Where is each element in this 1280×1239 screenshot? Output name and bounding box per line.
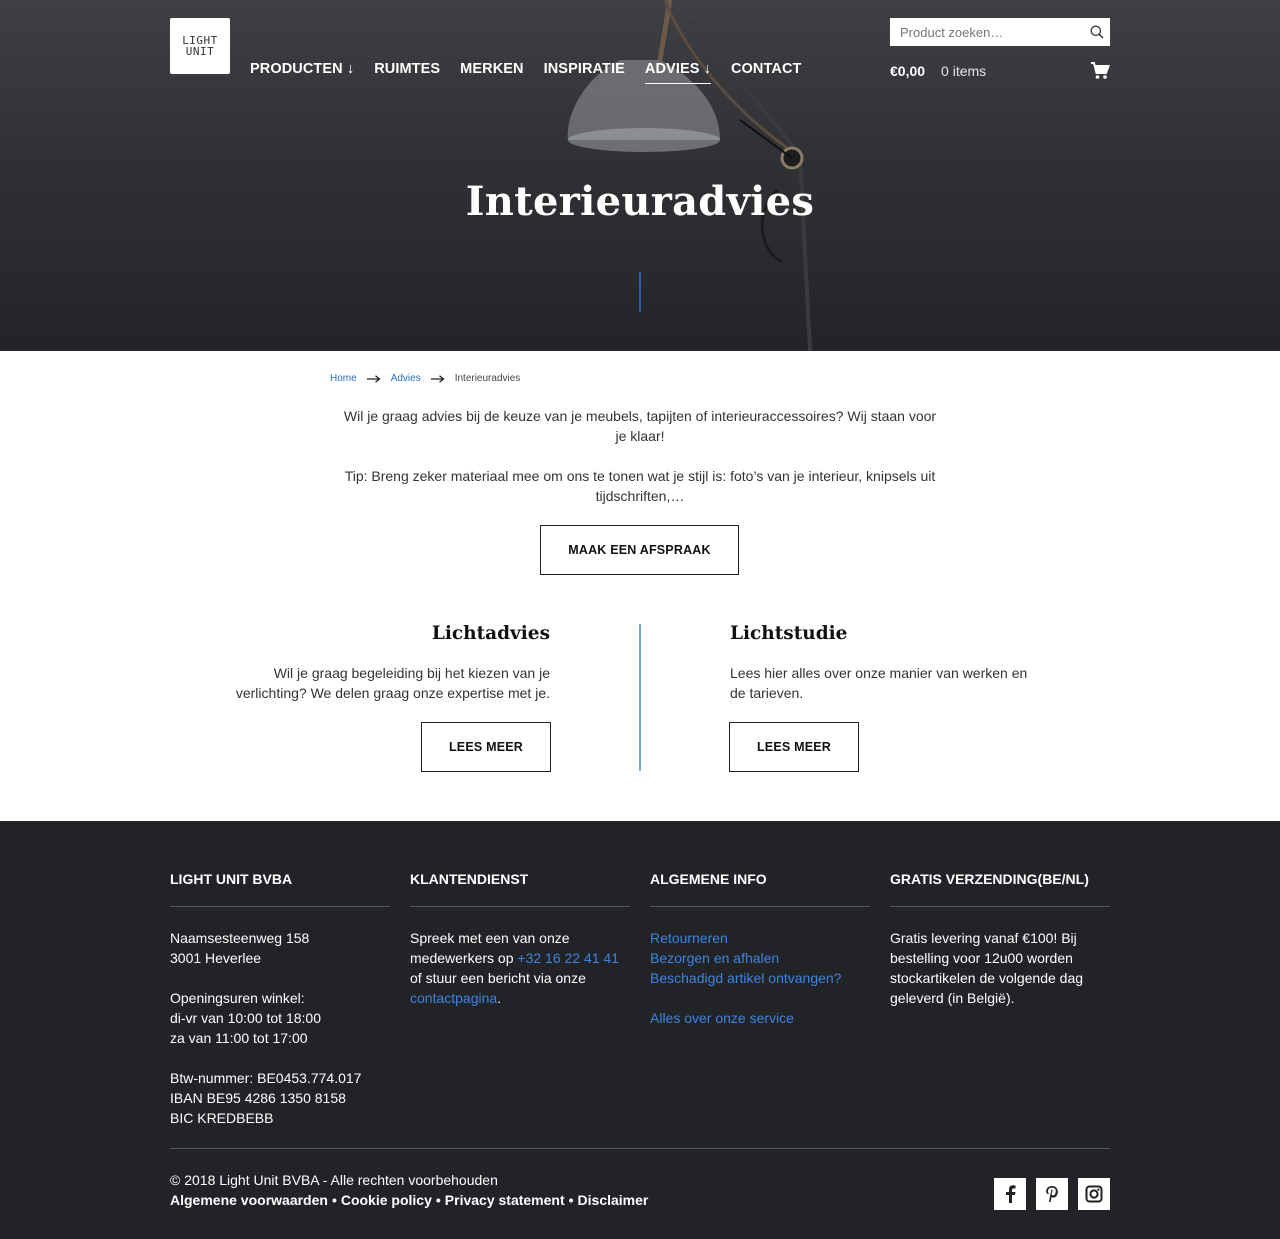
nav-ruimtes[interactable]: RUIMTES (374, 61, 440, 84)
address-line-1: Naamsesteenweg 158 (170, 930, 310, 946)
address-line-2: 3001 Heverlee (170, 950, 262, 966)
logo-line2: UNIT (185, 45, 215, 58)
disclaimer-link[interactable]: Disclaimer (578, 1190, 649, 1210)
cart-amount: €0,00 (890, 63, 926, 79)
free-shipping-text: Gratis levering vanaf €100! Bij bestelli… (890, 930, 1084, 1006)
cookie-policy-link[interactable]: Cookie policy (341, 1190, 432, 1210)
iban: IBAN BE95 4286 1350 8158 (170, 1090, 346, 1106)
opening-hours-weekdays: di-vr van 10:00 tot 18:00 (170, 1010, 321, 1026)
lichtstudie-title: Lichtstudie (730, 623, 848, 644)
lichtadvies-read-more-button[interactable]: LEES MEER (421, 722, 551, 772)
lichtstudie-read-more-button[interactable]: LEES MEER (729, 722, 859, 772)
page-title: Interieuradvies (465, 178, 815, 225)
intro-paragraph-1: Wil je graag advies bij de keuze van je … (343, 408, 937, 444)
nav-producten[interactable]: PRODUCTEN ↓ (250, 61, 354, 84)
breadcrumb-advies[interactable]: Advies (391, 373, 421, 384)
lichtadvies-title: Lichtadvies (431, 623, 550, 644)
footer-company-title: LIGHT UNIT BVBA (170, 871, 293, 887)
hero-accent-line (639, 272, 641, 312)
damaged-item-link[interactable]: Beschadigd artikel ontvangen? (650, 970, 841, 986)
footer-service-title: KLANTENDIENST (410, 871, 529, 887)
opening-hours-title: Openingsuren winkel: (170, 990, 305, 1006)
copyright: © 2018 Light Unit BVBA - Alle rechten vo… (170, 1172, 498, 1188)
nav-merken[interactable]: MERKEN (460, 61, 523, 84)
arrow-right-icon (430, 374, 445, 383)
opening-hours-saturday: za van 11:00 tot 17:00 (170, 1030, 308, 1046)
footer-divider (170, 1148, 1110, 1149)
search-input[interactable] (891, 19, 1085, 45)
delivery-pickup-link[interactable]: Bezorgen en afhalen (650, 950, 779, 966)
footer-info-title: ALGEMENE INFO (650, 871, 767, 887)
legal-links: Algemene voorwaarden • Cookie policy • Pri… (170, 1190, 648, 1210)
vat-number: Btw-nummer: BE0453.774.017 (170, 1070, 362, 1086)
main-nav: PRODUCTEN ↓ RUIMTES MERKEN INSPIRATIE AD… (250, 61, 802, 84)
intro-text: Wil je graag advies bij de keuze van je … (340, 406, 940, 506)
shopping-cart-icon[interactable] (1090, 62, 1110, 80)
cart-items: 0 items (941, 63, 987, 79)
phone-link[interactable]: +32 16 22 41 41 (517, 950, 619, 966)
breadcrumb-current: Interieuradvies (454, 373, 521, 384)
privacy-statement-link[interactable]: Privacy statement (445, 1190, 565, 1210)
arrow-right-icon (366, 374, 381, 383)
service-text-part: . (497, 990, 502, 1006)
bullet-separator: • (435, 1192, 441, 1208)
bullet-separator: • (331, 1192, 337, 1208)
footer-column-rule (410, 906, 630, 907)
breadcrumb: Home Advies Interieuradvies (330, 373, 520, 384)
footer-column-rule (650, 906, 870, 907)
footer-shipping-title: GRATIS VERZENDING(BE/NL) (890, 871, 1089, 887)
nav-inspiratie[interactable]: INSPIRATIE (544, 61, 625, 84)
make-appointment-button[interactable]: MAAK EEN AFSPRAAK (540, 525, 739, 575)
site-logo[interactable]: LIGHT UNIT (170, 18, 230, 74)
lamp-image (567, 0, 812, 351)
bullet-separator: • (568, 1192, 574, 1208)
lichtstudie-text: Lees hier alles over onze manier van wer… (730, 665, 1028, 701)
bic: BIC KREDBEBB (170, 1110, 274, 1126)
intro-paragraph-2: Tip: Breng zeker materiaal mee om ons te… (344, 468, 936, 504)
terms-link[interactable]: Algemene voorwaarden (170, 1190, 328, 1210)
service-text-part: of stuur een bericht via onze (410, 970, 586, 986)
nav-contact[interactable]: CONTACT (731, 61, 802, 84)
contact-page-link[interactable]: contactpagina (410, 990, 497, 1006)
cart-summary[interactable]: €0,00 0 items (890, 62, 1110, 80)
column-divider (639, 624, 641, 771)
hero-banner: LIGHT UNIT PRODUCTEN ↓ RUIMTES MERKEN IN… (0, 0, 1280, 351)
search-icon[interactable] (1085, 19, 1109, 45)
footer-column-rule (170, 906, 390, 907)
footer-column-rule (890, 906, 1110, 907)
site-footer: LIGHT UNIT BVBA Naamsesteenweg 158 3001 … (0, 821, 1280, 1239)
search-bar (890, 18, 1110, 46)
returns-link[interactable]: Retourneren (650, 930, 728, 946)
customer-service-text: Spreek met een van onze medewerkers op +… (410, 928, 630, 1008)
lichtadvies-text: Wil je graag begeleiding bij het kiezen … (235, 665, 550, 701)
instagram-icon[interactable] (1078, 1178, 1110, 1210)
pinterest-icon[interactable] (1036, 1178, 1068, 1210)
nav-advies[interactable]: ADVIES ↓ (644, 61, 711, 84)
service-overview-link[interactable]: Alles over onze service (650, 1010, 794, 1026)
facebook-icon[interactable] (994, 1178, 1026, 1210)
breadcrumb-home[interactable]: Home (330, 373, 357, 384)
